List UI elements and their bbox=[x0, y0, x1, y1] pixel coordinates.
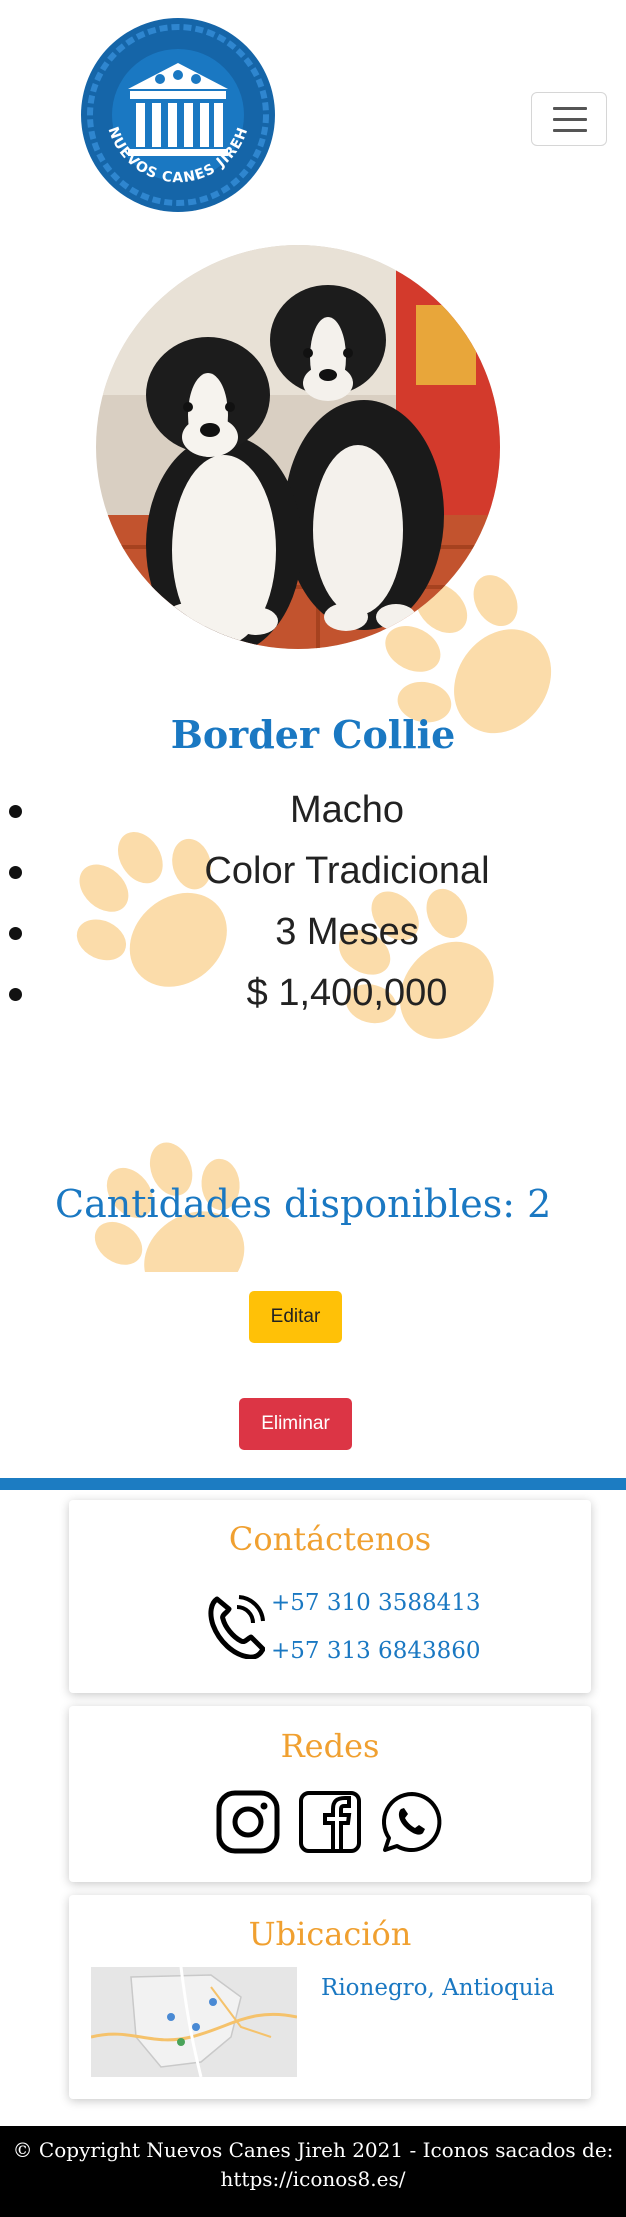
brand-logo[interactable]: NUEVOS CANES JIREH bbox=[80, 17, 276, 213]
location-title: Ubicación bbox=[248, 1915, 412, 1953]
facebook-icon[interactable] bbox=[297, 1789, 363, 1855]
list-item: $ 1,400,000 bbox=[0, 963, 626, 1024]
location-name[interactable]: Rionegro, Antioquia bbox=[321, 1975, 555, 2001]
phone-number-1[interactable]: +57 310 3588413 bbox=[271, 1590, 481, 1616]
breed-title: Border Collie bbox=[170, 712, 456, 757]
phone-number-2[interactable]: +57 313 6843860 bbox=[271, 1638, 481, 1664]
price-value: $ 1,400,000 bbox=[246, 972, 448, 1014]
sex-value: Macho bbox=[289, 789, 405, 831]
list-item: Macho bbox=[0, 780, 626, 841]
location-card: Ubicación Rionegro, Antioquia bbox=[69, 1895, 591, 2099]
whatsapp-icon[interactable] bbox=[379, 1789, 445, 1855]
list-item: 3 Meses bbox=[0, 902, 626, 963]
edit-button[interactable]: Editar bbox=[249, 1291, 342, 1343]
delete-button[interactable]: Eliminar bbox=[239, 1398, 352, 1450]
copyright-text: © Copyright Nuevos Canes Jireh 2021 - Ic… bbox=[12, 2138, 614, 2162]
hamburger-icon bbox=[553, 107, 587, 110]
social-card: Redes bbox=[69, 1706, 591, 1882]
map-thumbnail[interactable] bbox=[91, 1967, 297, 2077]
phone-icon bbox=[208, 1595, 265, 1659]
footer: © Copyright Nuevos Canes Jireh 2021 - Ic… bbox=[0, 2126, 626, 2217]
quantity-available: Cantidades disponibles: 2 bbox=[55, 1182, 552, 1226]
icons-source-link[interactable]: https://iconos8.es/ bbox=[0, 2165, 626, 2194]
details-list: Macho Color Tradicional 3 Meses $ 1,400,… bbox=[0, 780, 626, 1024]
section-divider bbox=[0, 1478, 626, 1490]
color-value: Color Tradicional bbox=[204, 850, 490, 892]
age-value: 3 Meses bbox=[275, 911, 419, 953]
dog-photo bbox=[96, 245, 500, 649]
contact-card: Contáctenos +57 310 3588413 +57 313 6843… bbox=[69, 1500, 591, 1693]
footer-text: © Copyright Nuevos Canes Jireh 2021 - Ic… bbox=[0, 2136, 626, 2194]
menu-toggle-button[interactable] bbox=[531, 92, 607, 146]
list-item: Color Tradicional bbox=[0, 841, 626, 902]
contact-title: Contáctenos bbox=[228, 1520, 432, 1558]
instagram-icon[interactable] bbox=[215, 1789, 281, 1855]
social-title: Redes bbox=[280, 1727, 380, 1765]
